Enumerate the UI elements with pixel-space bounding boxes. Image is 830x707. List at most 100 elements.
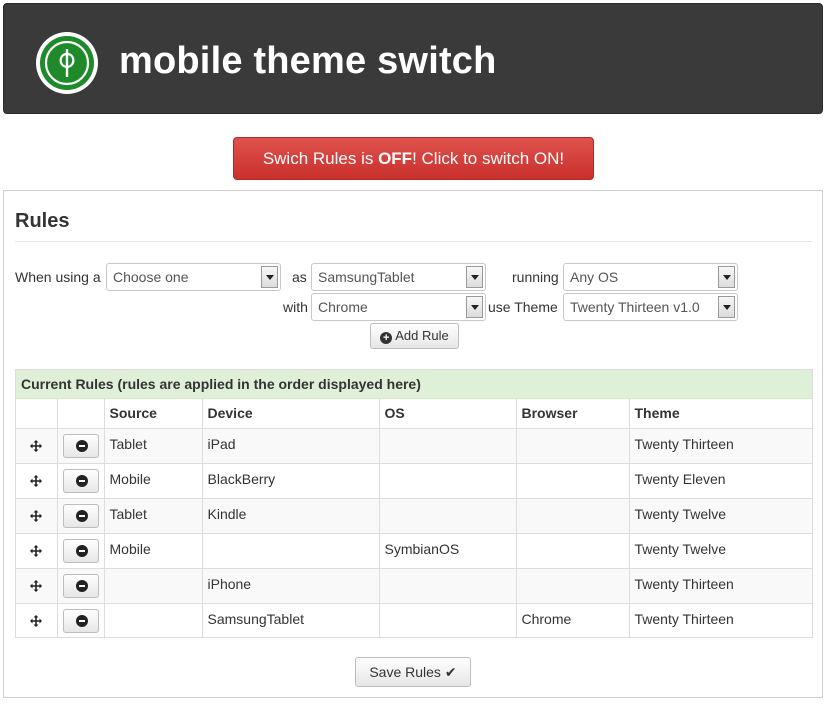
cell-source: Tablet — [104, 428, 203, 464]
chevron-down-icon — [718, 296, 735, 318]
cell-os: SymbianOS — [379, 533, 517, 569]
current-rules-table: Current Rules (rules are applied in the … — [15, 369, 813, 638]
chevron-down-icon — [261, 266, 278, 288]
source-select-value: Choose one — [113, 269, 189, 285]
delete-cell — [57, 463, 105, 499]
cell-device: BlackBerry — [202, 463, 380, 499]
cell-theme: Twenty Thirteen — [629, 428, 812, 464]
move-icon[interactable] — [30, 439, 43, 455]
os-select[interactable]: Any OS — [563, 263, 738, 291]
delete-rule-button[interactable] — [62, 608, 99, 633]
cell-source — [104, 603, 203, 638]
cell-source — [104, 568, 203, 604]
chevron-down-icon — [466, 296, 483, 318]
drag-handle[interactable] — [16, 428, 58, 464]
cell-device: Kindle — [202, 498, 380, 534]
cell-browser — [516, 463, 630, 499]
switch-text-before: Swich Rules is — [262, 149, 379, 168]
with-label: with — [283, 299, 308, 315]
plus-circle-icon: + — [380, 332, 393, 344]
cell-source: Mobile — [104, 533, 203, 569]
rules-title: Rules — [15, 210, 70, 232]
theme-select-value: Twenty Thirteen v1.0 — [570, 299, 700, 315]
use-theme-label: use Theme — [488, 299, 558, 315]
drag-handle[interactable] — [16, 463, 58, 499]
column-header-browser: Browser — [516, 399, 630, 429]
table-row: Mobile BlackBerry Twenty Eleven — [16, 463, 812, 499]
delete-cell — [57, 498, 105, 534]
minus-circle-icon — [75, 614, 88, 627]
cell-device: iPhone — [202, 568, 380, 604]
column-header-os: OS — [379, 399, 517, 429]
cell-browser: Chrome — [516, 603, 630, 638]
cell-theme: Twenty Eleven — [629, 463, 812, 499]
drag-handle[interactable] — [16, 568, 58, 604]
os-select-value: Any OS — [570, 269, 619, 285]
cell-os — [379, 603, 517, 638]
cell-browser — [516, 498, 630, 534]
column-header — [57, 399, 105, 429]
cell-theme: Twenty Thirteen — [629, 568, 812, 604]
cell-source: Tablet — [104, 498, 203, 534]
phi-logo-icon — [36, 32, 98, 94]
table-row: Tablet iPad Twenty Thirteen — [16, 428, 812, 464]
app-title: mobile theme switch — [119, 40, 497, 82]
chevron-down-icon — [466, 266, 483, 288]
cell-os — [379, 498, 517, 534]
move-icon[interactable] — [30, 579, 43, 595]
minus-circle-icon — [75, 509, 88, 522]
cell-source: Mobile — [104, 463, 203, 499]
delete-cell — [57, 603, 105, 638]
save-rules-button[interactable]: Save Rules ✔ — [355, 657, 471, 687]
source-select[interactable]: Choose one — [106, 263, 281, 291]
minus-circle-icon — [75, 439, 88, 452]
column-header-source: Source — [104, 399, 203, 429]
table-row: Tablet Kindle Twenty Twelve — [16, 498, 812, 534]
device-select-value: SamsungTablet — [318, 269, 415, 285]
rules-panel: Rules When using a Choose one as Samsung… — [3, 190, 823, 698]
delete-rule-button[interactable] — [62, 573, 99, 598]
delete-rule-button[interactable] — [62, 503, 99, 528]
table-row: SamsungTablet Chrome Twenty Thirteen — [16, 603, 812, 638]
table-row: Mobile SymbianOS Twenty Twelve — [16, 533, 812, 569]
delete-cell — [57, 568, 105, 604]
column-header-theme: Theme — [629, 399, 812, 429]
minus-circle-icon — [75, 474, 88, 487]
delete-rule-button[interactable] — [62, 538, 99, 563]
move-icon[interactable] — [30, 614, 43, 630]
cell-browser — [516, 533, 630, 569]
drag-handle[interactable] — [16, 603, 58, 638]
minus-circle-icon — [75, 544, 88, 557]
cell-browser — [516, 568, 630, 604]
divider — [15, 241, 812, 242]
cell-theme: Twenty Twelve — [629, 533, 812, 569]
running-label: running — [512, 269, 559, 285]
move-icon[interactable] — [30, 509, 43, 525]
delete-rule-button[interactable] — [62, 433, 99, 458]
column-header-device: Device — [202, 399, 380, 429]
switch-text-after: ! Click to switch ON! — [412, 149, 565, 168]
device-select[interactable]: SamsungTablet — [311, 263, 486, 291]
move-icon[interactable] — [30, 474, 43, 490]
cell-device: SamsungTablet — [202, 603, 380, 638]
browser-select-value: Chrome — [318, 299, 368, 315]
browser-select[interactable]: Chrome — [311, 293, 486, 321]
move-icon[interactable] — [30, 544, 43, 560]
cell-os — [379, 428, 517, 464]
delete-rule-button[interactable] — [62, 468, 99, 493]
switch-state: OFF — [378, 149, 413, 168]
minus-circle-icon — [75, 579, 88, 592]
as-label: as — [292, 269, 307, 285]
drag-handle[interactable] — [16, 533, 58, 569]
theme-select[interactable]: Twenty Thirteen v1.0 — [563, 293, 738, 321]
cell-browser — [516, 428, 630, 464]
current-rules-heading: Current Rules (rules are applied in the … — [16, 370, 812, 399]
table-row: iPhone Twenty Thirteen — [16, 568, 812, 604]
add-rule-button[interactable]: + Add Rule — [370, 323, 459, 349]
switch-rules-button[interactable]: Swich Rules is OFF! Click to switch ON! — [233, 137, 594, 180]
delete-cell — [57, 428, 105, 464]
delete-cell — [57, 533, 105, 569]
drag-handle[interactable] — [16, 498, 58, 534]
chevron-down-icon — [718, 266, 735, 288]
column-header — [16, 399, 58, 429]
